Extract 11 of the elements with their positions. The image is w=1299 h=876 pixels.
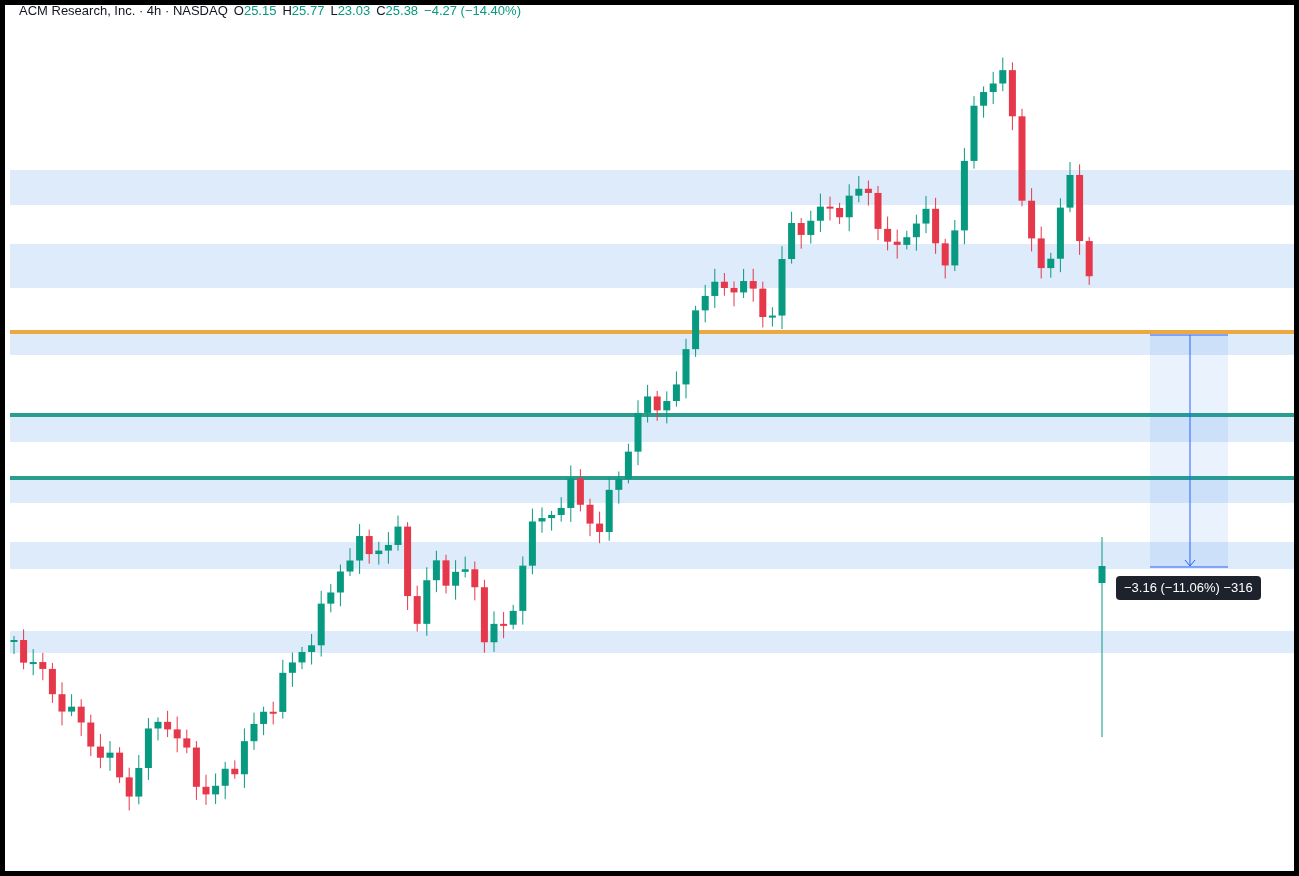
ohlc-value: 23.03	[337, 5, 371, 20]
measure-label: −3.16 (−11.06%) −316	[1116, 576, 1261, 600]
ohlc-label: L	[330, 5, 338, 20]
symbol-title: ACM Research, Inc. · 4h · NASDAQ	[19, 5, 228, 20]
ohlc-value: 25.15	[243, 5, 277, 20]
ohlc-label: H	[282, 5, 292, 20]
ohlc-label: O	[233, 5, 244, 20]
ohlc-value: 25.38	[385, 5, 419, 20]
ohlc-label: C	[376, 5, 386, 20]
price-change: −4.27 (−14.40%)	[424, 5, 521, 20]
ohlc-value: 25.77	[291, 5, 325, 20]
